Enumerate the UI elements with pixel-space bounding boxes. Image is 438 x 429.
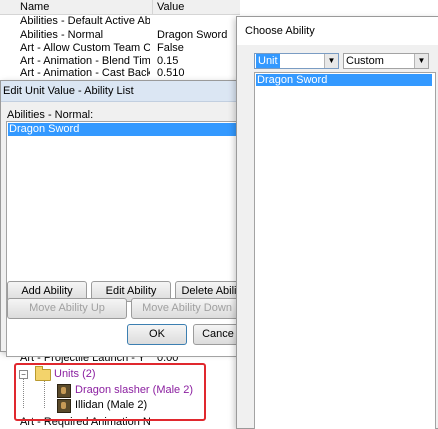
column-header-value[interactable]: Value [157,1,184,13]
field-name: Art - Animation - Cast Backs... [20,68,150,79]
filter-source-dropdown[interactable]: Custom ▼ [343,53,429,69]
grid-row[interactable]: Art - Animation - Cast Backs... 0.510 [0,68,240,79]
field-value: Dragon Sword [157,29,228,41]
grid-row[interactable]: Abilities - Normal Dragon Sword [0,30,240,41]
list-item-label: Dragon Sword [9,123,80,135]
grid-row[interactable]: Art - Animation - Blend Time ... 0.15 [0,56,240,67]
move-ability-down-button[interactable]: Move Ability Down [131,298,243,319]
list-item[interactable]: Dragon Sword [256,74,432,86]
ability-choice-list[interactable]: Dragon Sword [254,72,436,429]
dropdown-value: Unit [256,54,280,68]
filter-type-dropdown[interactable]: Unit ▼ [254,53,339,69]
grid-row[interactable]: Abilities - Default Active Ability [0,16,240,27]
dialog-title: Choose Ability [245,25,315,37]
move-ability-up-button[interactable]: Move Ability Up [7,298,127,319]
chevron-down-icon[interactable]: ▼ [324,54,338,68]
list-item[interactable]: Dragon Sword [8,123,242,136]
dropdown-value: Custom [346,55,384,67]
field-name: Art - Allow Custom Team Color [20,43,150,54]
dialog-title-bar[interactable]: Edit Unit Value - Ability List [1,81,243,102]
field-name: Abilities - Default Active Ability [20,16,150,27]
edit-unit-value-dialog: Edit Unit Value - Ability List Abilities… [0,80,244,357]
list-label: Abilities - Normal: [7,109,94,121]
choose-ability-dialog: Choose Ability Unit ▼ Custom ▼ Dragon Sw… [236,16,438,429]
field-name: Abilities - Normal [20,30,104,41]
highlight-annotation [14,363,206,421]
dialog-title-bar[interactable]: Choose Ability [237,17,438,45]
field-value: 0.15 [157,55,179,67]
dialog-title: Edit Unit Value - Ability List [3,85,134,97]
list-item-label: Dragon Sword [257,74,328,86]
column-header-name[interactable]: Name [20,1,49,13]
field-value: 0.510 [157,67,185,79]
ability-list[interactable]: Dragon Sword [6,121,244,357]
column-divider[interactable] [152,0,153,14]
ok-button[interactable]: OK [127,324,187,345]
grid-header: Name Value [0,0,240,15]
field-value: False [157,42,184,54]
grid-row[interactable]: Art - Allow Custom Team Color False [0,43,240,54]
chevron-down-icon[interactable]: ▼ [414,54,428,68]
field-name: Art - Animation - Blend Time ... [20,56,150,67]
